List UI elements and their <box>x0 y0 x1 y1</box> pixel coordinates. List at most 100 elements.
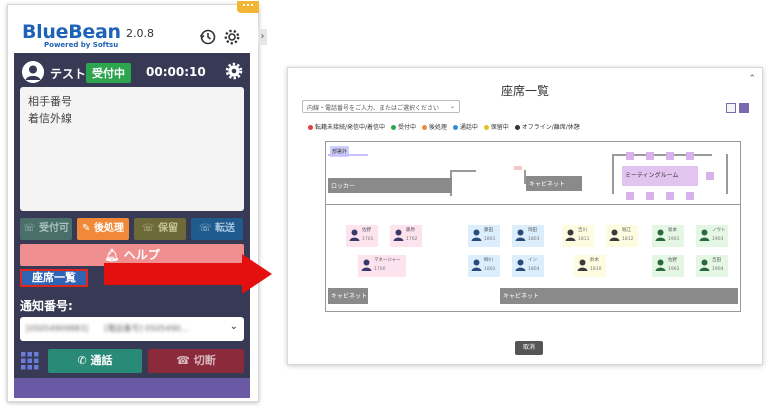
view-toggle <box>726 103 750 113</box>
action-buttons: ☏ 受付可 ✎ 後処理 ☏ 保留 ☏ 転送 <box>20 218 244 240</box>
seat-extension: 1901 <box>668 237 680 242</box>
seat-extension: 1903 <box>712 237 724 242</box>
call-info-box: 相手番号 着信外線 <box>20 87 244 211</box>
minimize-tab[interactable] <box>237 1 259 13</box>
history-icon[interactable] <box>198 27 218 47</box>
legend-item: 通話中 <box>459 124 478 131</box>
cabinet-bottom: キャビネット <box>500 288 738 304</box>
chevron-down-icon: ⌄ <box>229 321 238 332</box>
meeting-chair <box>626 192 634 200</box>
wall <box>612 154 614 194</box>
bottom-controls: ✆ 通話 ☎ 切断 <box>20 349 244 373</box>
seat-name: 岡田 <box>528 228 537 233</box>
person-icon <box>655 229 666 241</box>
seat-extension: 1701 <box>362 237 374 242</box>
person-icon <box>515 259 526 271</box>
legend-item: 転籍未接続/発信中/着信中 <box>315 124 386 131</box>
person-icon <box>609 229 620 241</box>
seat-window-title: 座席一覧 <box>500 84 549 98</box>
after-work-button[interactable]: ✎ 後処理 <box>77 218 129 240</box>
seat-card[interactable]: 藤原 1702 <box>390 225 422 247</box>
seat-card[interactable]: 鈴木 1810 <box>574 255 606 277</box>
expand-arrow-icon[interactable]: › <box>258 29 267 45</box>
seat-card[interactable]: 柳川 1802 <box>468 255 500 277</box>
meeting-chair <box>686 192 694 200</box>
settings-gear-icon[interactable] <box>222 27 242 47</box>
transfer-button[interactable]: ☏ 転送 <box>191 218 243 240</box>
seat-list-button[interactable]: 座席一覧 <box>20 269 88 287</box>
hold-button[interactable]: ☏ 保留 <box>134 218 186 240</box>
user-name: テスト <box>50 67 87 81</box>
notify-number-label: 通知番号: <box>20 299 73 313</box>
extension-filter-select[interactable]: 内線・電話番号をご入力、またはご選択ください ⌄ <box>302 100 460 113</box>
keypad-icon[interactable] <box>20 351 40 371</box>
wall <box>450 170 476 172</box>
caller-number-label: 相手番号 <box>28 95 72 108</box>
person-icon <box>393 229 404 241</box>
panel-settings-gear-icon[interactable] <box>224 61 244 81</box>
meeting-chair <box>666 152 674 160</box>
app-logo: BlueBean <box>22 21 121 43</box>
list-view-icon[interactable] <box>739 103 749 113</box>
legend-dot <box>390 125 396 130</box>
seat-list-window: ⌃ 座席一覧 内線・電話番号をご入力、またはご選択ください ⌄ 転籍未接続/発信… <box>287 67 763 365</box>
person-icon <box>577 259 588 271</box>
seat-card[interactable]: 藤田 1801 <box>468 225 500 247</box>
seat-extension: 1804 <box>528 267 540 272</box>
seat-extension: 1802 <box>484 267 496 272</box>
seat-name: 藤原 <box>406 228 415 233</box>
cancel-button[interactable]: 取消 <box>515 341 543 355</box>
seat-name: イン <box>528 258 537 263</box>
seat-extension: 1801 <box>484 237 496 242</box>
seat-card[interactable]: イン 1804 <box>512 255 544 277</box>
seat-card[interactable]: 佐野 1902 <box>652 255 684 277</box>
legend-dot <box>421 125 427 130</box>
meeting-room: ミーティングルーム <box>622 166 698 186</box>
arrow-pointer <box>104 254 272 298</box>
notify-number-select[interactable]: [05054909883] [電話番号] 0505490… ⌄ <box>20 317 244 341</box>
meeting-chair <box>646 192 654 200</box>
seat-card[interactable]: 堀江 1812 <box>606 225 638 247</box>
grid-view-icon[interactable] <box>726 103 736 113</box>
cabinet-top: キャビネット <box>526 176 582 191</box>
person-icon <box>699 229 710 241</box>
legend-dot <box>483 125 489 130</box>
legend-dot <box>308 125 313 130</box>
seat-card[interactable]: 佐野 1701 <box>346 225 378 247</box>
seat-name: ノウト <box>712 228 726 233</box>
wall <box>328 154 368 156</box>
user-row: テスト 受付中 00:00:10 <box>22 61 244 85</box>
person-icon <box>361 259 372 271</box>
avatar <box>22 61 44 83</box>
seat-extension: 1812 <box>622 237 634 242</box>
seat-extension: 1803 <box>528 237 540 242</box>
seat-extension: 1700 <box>374 267 386 272</box>
seat-card[interactable]: 岡田 1803 <box>512 225 544 247</box>
app-version: 2.0.8 <box>126 27 154 40</box>
legend-item: 保留中 <box>490 124 509 131</box>
legend-dot <box>514 125 520 130</box>
person-icon <box>515 229 526 241</box>
person-icon <box>471 229 482 241</box>
seat-card[interactable]: ノウト 1903 <box>696 225 728 247</box>
locker: ロッカー <box>328 178 452 193</box>
panel-footer <box>14 378 250 398</box>
call-button[interactable]: ✆ 通話 <box>48 349 142 373</box>
cabinet-left: キャビネット <box>328 288 368 304</box>
seat-card[interactable]: 吉田 1904 <box>696 255 728 277</box>
seat-name: 佐野 <box>362 228 371 233</box>
seat-card[interactable]: マネージャー 1700 <box>358 255 406 277</box>
seat-name: マネージャー <box>374 258 401 263</box>
seat-name: 堀江 <box>622 228 631 233</box>
receive-button[interactable]: ☏ 受付可 <box>20 218 72 240</box>
seat-card[interactable]: 吉川 1811 <box>562 225 594 247</box>
call-panel: テスト 受付中 00:00:10 相手番号 着信外線 ☏ 受付可 ✎ 後処理 ☏… <box>14 53 250 398</box>
person-icon <box>565 229 576 241</box>
hangup-button[interactable]: ☎ 切断 <box>148 349 244 373</box>
seat-name: 吉田 <box>712 258 721 263</box>
seat-extension: 1702 <box>406 237 418 242</box>
seat-card[interactable]: 坂本 1901 <box>652 225 684 247</box>
seat-name: 柳川 <box>484 258 493 263</box>
meeting-chair <box>646 152 654 160</box>
chevron-down-icon: ⌄ <box>449 103 455 110</box>
